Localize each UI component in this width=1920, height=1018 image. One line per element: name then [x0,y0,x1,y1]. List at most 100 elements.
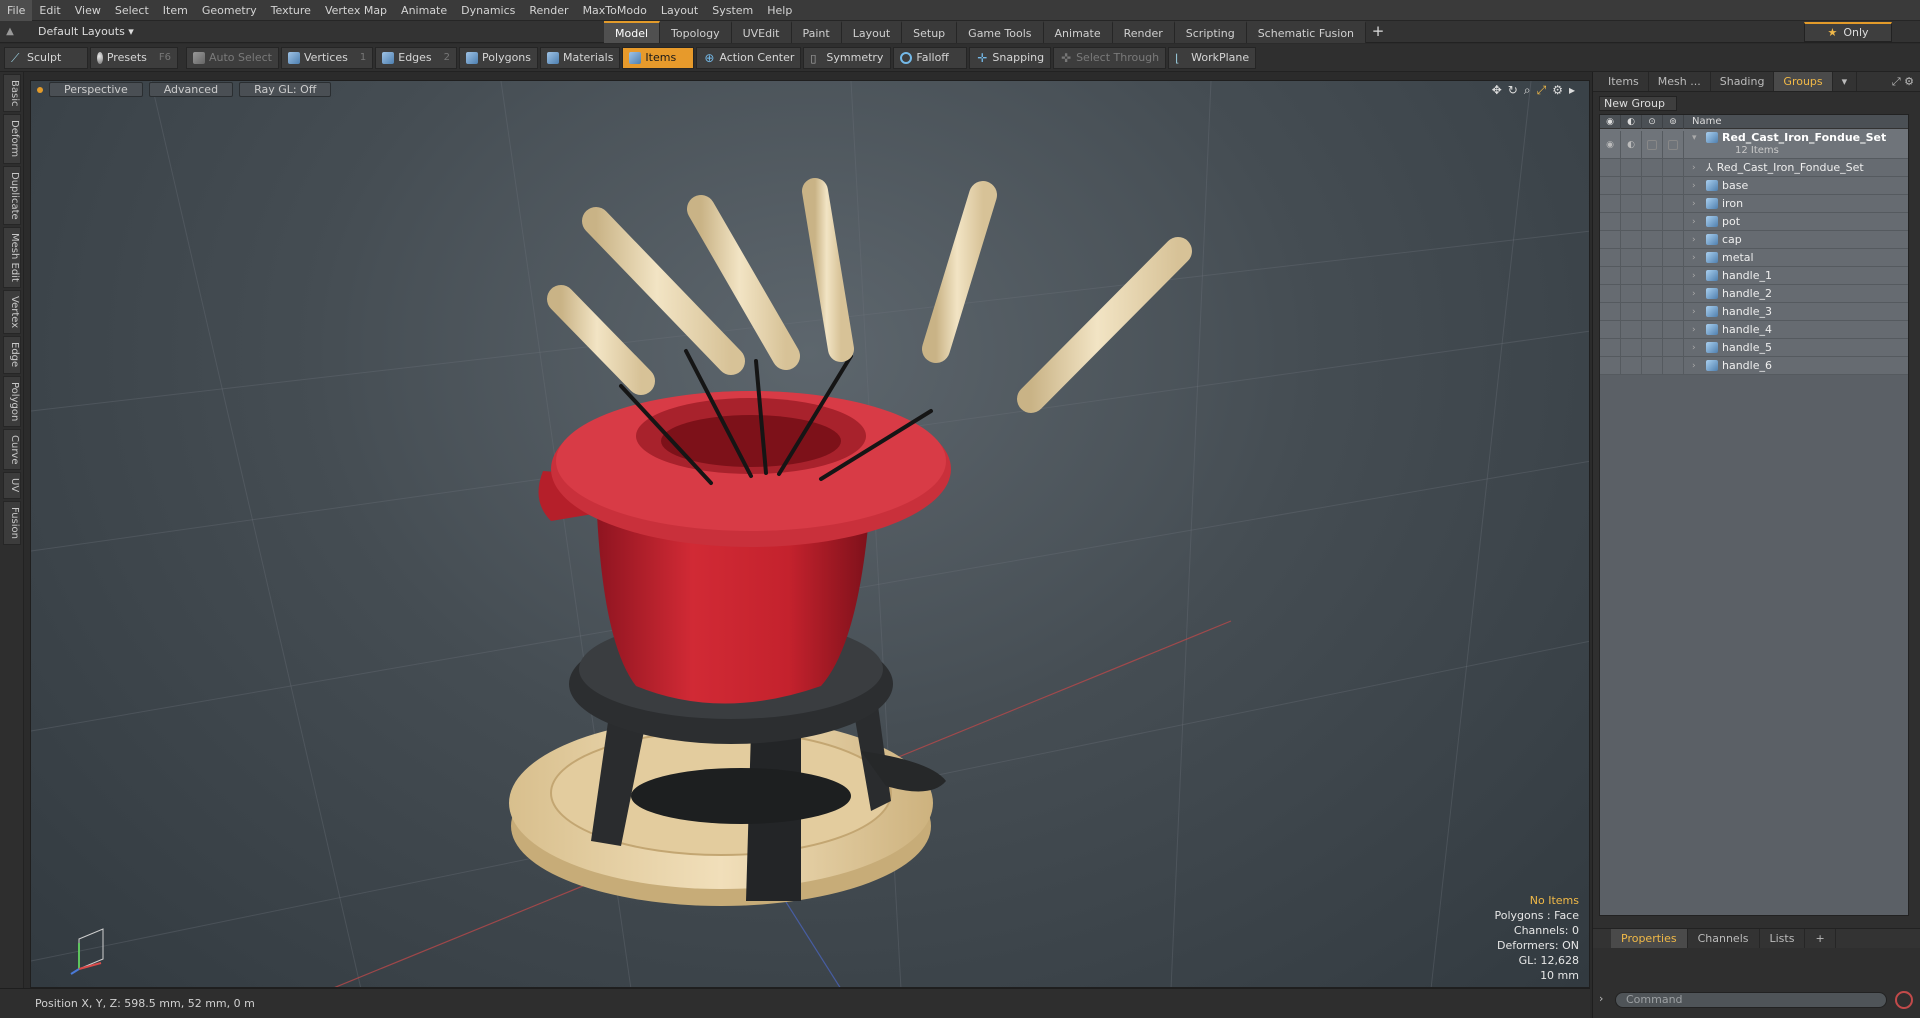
lock-column-icon[interactable]: ⊙ [1642,115,1663,129]
viewport-menu-dot-icon[interactable] [37,86,43,93]
tree-row[interactable]: › pot [1600,213,1908,231]
viewport-settings-gear-icon[interactable]: ⚙ [1552,83,1563,98]
tab-game-tools[interactable]: Game Tools [957,21,1044,43]
tab-groups[interactable]: Groups [1774,72,1833,91]
tab-edge[interactable]: Edge [3,336,21,374]
3d-viewport[interactable]: Perspective Advanced Ray GL: Off ✥ ↻ ⌕ ⤢… [30,80,1590,988]
tab-fusion[interactable]: Fusion [3,500,21,545]
tree-row[interactable]: › handle_5 [1600,339,1908,357]
menu-vertex-map[interactable]: Vertex Map [318,0,394,21]
menu-system[interactable]: System [705,0,760,21]
tree-row[interactable]: › metal [1600,249,1908,267]
menu-render[interactable]: Render [522,0,575,21]
panel-expand-icon[interactable]: ⤢ ⚙ [1892,75,1920,89]
viewport-expand-icon[interactable]: ▸ [1569,83,1575,98]
tree-row[interactable]: › handle_3 [1600,303,1908,321]
tree-row[interactable]: › iron [1600,195,1908,213]
default-layouts-dropdown[interactable]: Default Layouts ▾ [20,25,140,38]
zoom-icon[interactable]: ⌕ [1524,83,1531,98]
tab-layout[interactable]: Layout [841,21,903,43]
edges-button[interactable]: Edges 2 [375,46,458,69]
symmetry-button[interactable]: ▯ Symmetry [803,46,892,69]
menu-item[interactable]: Item [156,0,195,21]
add-tab-plus-icon[interactable]: + [1366,21,1390,43]
new-group-button[interactable]: New Group [1599,96,1677,111]
tab-polygon[interactable]: Polygon [3,375,21,427]
falloff-button[interactable]: Falloff [893,46,968,69]
tree-row[interactable]: › handle_1 [1600,267,1908,285]
snapping-button[interactable]: ✛ Snapping [969,46,1052,69]
pan-icon[interactable]: ✥ [1492,83,1502,98]
render-icon[interactable]: ◐ [1621,131,1642,158]
menu-file[interactable]: File [0,0,33,21]
select-through-button[interactable]: ✜ Select Through [1053,46,1167,69]
tree-row[interactable]: › ⅄ Red_Cast_Iron_Fondue_Set [1600,159,1908,177]
tab-paint[interactable]: Paint [791,21,842,43]
tab-uv[interactable]: UV [3,472,21,499]
tab-schematic-fusion[interactable]: Schematic Fusion [1246,21,1367,43]
menu-view[interactable]: View [68,0,108,21]
menu-dynamics[interactable]: Dynamics [454,0,522,21]
tab-lists[interactable]: Lists [1760,929,1806,948]
tab-mesh-edit[interactable]: Mesh Edit [3,227,21,289]
tree-row-root[interactable]: ◉ ◐ ▾ Red_Cast_Iron_Fondue_Set 12 Items [1600,129,1908,159]
perspective-dropdown[interactable]: Perspective [49,82,143,97]
tab-properties[interactable]: Properties [1611,929,1688,948]
add-tab-plus-icon[interactable]: + [1805,929,1836,948]
eye-icon[interactable]: ◉ [1600,131,1621,158]
select-checkbox[interactable] [1668,139,1678,150]
shading-dropdown[interactable]: Advanced [148,82,234,97]
menu-animate[interactable]: Animate [394,0,454,21]
fit-icon[interactable]: ⤢ [1537,83,1547,98]
tab-setup[interactable]: Setup [902,21,958,43]
command-history-arrow-icon[interactable]: › [1599,992,1603,1005]
tab-model[interactable]: Model [604,21,661,43]
menu-geometry[interactable]: Geometry [195,0,264,21]
tab-animate[interactable]: Animate [1043,21,1113,43]
tab-vertex[interactable]: Vertex [3,290,21,335]
menu-select[interactable]: Select [108,0,156,21]
workplane-button[interactable]: ⌊ WorkPlane [1168,46,1257,69]
menu-edit[interactable]: Edit [32,0,67,21]
menu-maxtomodo[interactable]: MaxToModo [576,0,654,21]
materials-button[interactable]: Materials [540,46,621,69]
action-center-button[interactable]: ⊕ Action Center [696,46,802,69]
name-column-header[interactable]: Name [1684,116,1722,127]
raygl-dropdown[interactable]: Ray GL: Off [239,82,332,97]
collapse-arrow-icon[interactable]: ▾ [1692,133,1702,143]
presets-button[interactable]: Presets F6 [90,46,178,69]
menu-texture[interactable]: Texture [264,0,318,21]
tab-deform[interactable]: Deform [3,114,21,164]
tree-row[interactable]: › cap [1600,231,1908,249]
tree-row[interactable]: › handle_2 [1600,285,1908,303]
tree-row[interactable]: › handle_4 [1600,321,1908,339]
rotate-icon[interactable]: ↻ [1508,83,1518,98]
tab-mesh[interactable]: Mesh ... [1649,72,1711,91]
tab-basic[interactable]: Basic [3,74,21,113]
pin-icon[interactable]: ▲ [0,26,20,37]
visibility-column-eye-icon[interactable]: ◉ [1600,115,1621,129]
tab-topology[interactable]: Topology [660,21,732,43]
tree-row[interactable]: › base [1600,177,1908,195]
sculpt-button[interactable]: ⟋ Sculpt [4,46,88,69]
tab-items[interactable]: Items [1599,72,1649,91]
lock-checkbox[interactable] [1647,139,1657,150]
select-column-icon[interactable]: ⊚ [1663,115,1684,129]
command-record-icon[interactable] [1895,991,1913,1009]
polygons-button[interactable]: Polygons [459,46,538,69]
tab-render[interactable]: Render [1112,21,1175,43]
tab-uvedit[interactable]: UVEdit [731,21,792,43]
tab-channels[interactable]: Channels [1688,929,1760,948]
tab-shading[interactable]: Shading [1711,72,1775,91]
tabs-dropdown-icon[interactable]: ▾ [1833,72,1858,91]
items-button[interactable]: Items [622,46,695,69]
tab-duplicate[interactable]: Duplicate [3,165,21,226]
only-button[interactable]: ★ Only [1804,22,1892,42]
menu-layout[interactable]: Layout [654,0,705,21]
vertices-button[interactable]: Vertices 1 [280,46,374,69]
tab-scripting[interactable]: Scripting [1174,21,1247,43]
tab-curve[interactable]: Curve [3,428,21,471]
render-column-icon[interactable]: ◐ [1621,115,1642,129]
command-input[interactable]: Command [1615,992,1887,1008]
auto-select-button[interactable]: Auto Select [186,46,279,69]
